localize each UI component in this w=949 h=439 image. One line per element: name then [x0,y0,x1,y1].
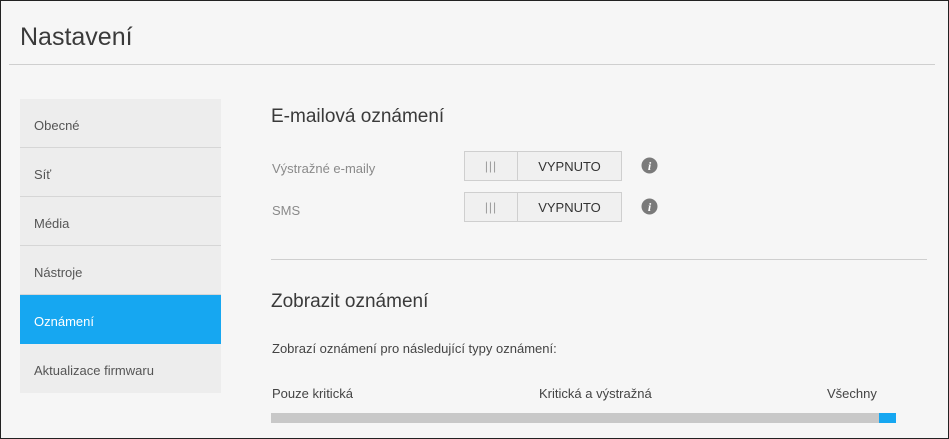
email-notifications-title: E-mailová oznámení [271,106,445,127]
sidebar-item-sit[interactable]: Síť [20,148,221,197]
toggle-state-label: VYPNUTO [538,158,601,174]
toggle-state-label: VYPNUTO [538,199,601,215]
level-label-critical[interactable]: Pouze kritická [272,386,353,401]
sidebar-item-label: Média [34,215,70,231]
alert-emails-toggle[interactable]: ||| VYPNUTO [464,151,622,181]
title-divider [9,64,935,65]
toggle-grip: ||| [465,193,518,221]
level-label-critical-warning[interactable]: Kritická a výstražná [539,386,652,401]
sidebar-item-label: Aktualizace firmwaru [34,363,154,378]
sidebar-item-label: Nástroje [34,264,83,280]
sidebar-item-aktualizace-firmwaru[interactable]: Aktualizace firmwaru [20,344,221,393]
sidebar-item-label: Oznámení [34,313,94,329]
sidebar-item-nastroje[interactable]: Nástroje [20,246,221,295]
display-notifications-description: Zobrazí oznámení pro následující typy oz… [272,341,557,356]
sidebar-item-media[interactable]: Média [20,197,221,246]
sms-toggle[interactable]: ||| VYPNUTO [464,192,622,222]
sms-label: SMS [272,203,301,218]
slider-handle[interactable] [879,413,896,423]
display-notifications-title: Zobrazit oznámení [271,291,429,312]
info-icon[interactable]: i [641,157,658,174]
info-icon[interactable]: i [641,198,658,215]
sidebar: Obecné Síť Média Nástroje Oznámení Aktua… [20,99,221,393]
level-label-all[interactable]: Všechny [827,386,877,401]
page-title: Nastavení [20,23,133,51]
sidebar-item-label: Obecné [34,117,80,133]
sidebar-item-obecne[interactable]: Obecné [20,99,221,148]
section-divider [271,259,927,260]
alert-emails-label: Výstražné e-maily [272,161,376,176]
settings-window: Nastavení Obecné Síť Média Nástroje Ozná… [0,0,949,439]
sidebar-item-label: Síť [34,166,52,182]
toggle-grip: ||| [465,152,518,180]
sidebar-item-oznameni[interactable]: Oznámení [20,295,221,344]
notification-level-slider[interactable] [271,413,896,423]
